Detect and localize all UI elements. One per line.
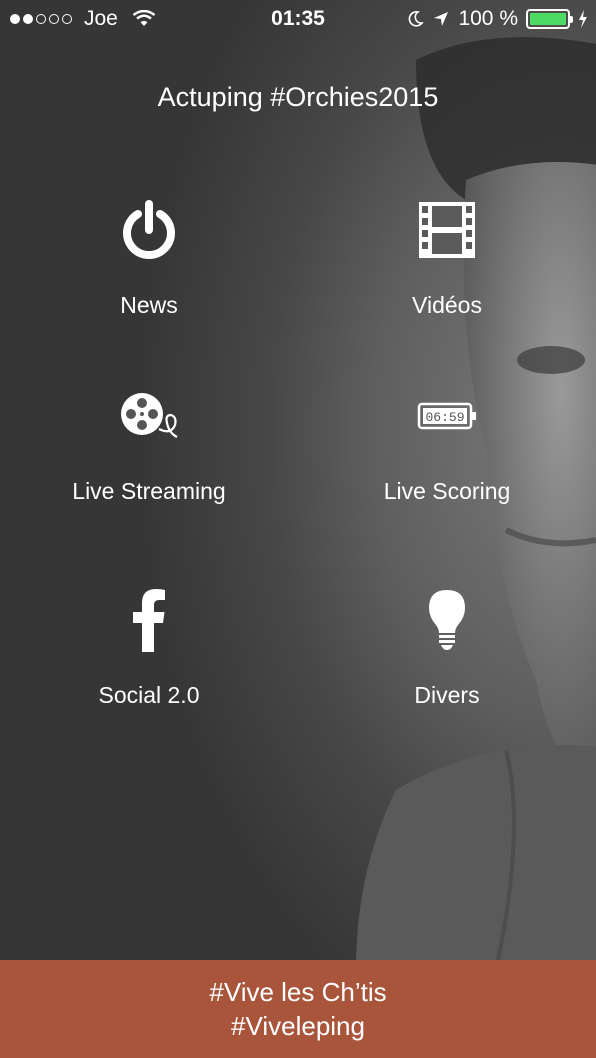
clock-display-text: 06:59	[425, 410, 464, 425]
digital-clock-icon: 06:59	[417, 402, 476, 430]
film-strip-icon	[419, 202, 475, 258]
menu-item-label: News	[120, 292, 178, 318]
menu-item-label: Vidéos	[412, 292, 482, 318]
battery-percent: 100 %	[458, 7, 518, 30]
menu-item-videos[interactable]: Vidéos	[298, 190, 596, 319]
footer-banner: #Vive les Ch’tis #Viveleping	[0, 960, 596, 1058]
menu-item-divers[interactable]: Divers	[298, 580, 596, 709]
status-bar: Joe 01:35 100 %	[0, 0, 596, 40]
moon-icon	[409, 11, 425, 27]
battery-icon	[526, 9, 573, 29]
film-reel-icon	[121, 393, 178, 438]
facebook-icon	[133, 589, 165, 652]
page-title: Actuping #Orchies2015	[157, 82, 439, 112]
location-arrow-icon	[434, 12, 449, 26]
light-bulb-icon	[429, 590, 465, 650]
banner-line-1: #Vive les Ch’tis	[209, 977, 387, 1007]
power-icon	[123, 200, 175, 260]
menu-item-label: Live Streaming	[72, 478, 226, 504]
background-photo	[0, 0, 596, 1058]
menu-item-label: Social 2.0	[98, 682, 200, 708]
menu-item-live-streaming[interactable]: Live Streaming	[0, 376, 298, 505]
menu-item-news[interactable]: News	[0, 190, 298, 319]
menu-item-label: Divers	[414, 682, 480, 708]
menu-item-social[interactable]: Social 2.0	[0, 580, 298, 709]
menu-item-label: Live Scoring	[383, 478, 511, 504]
charging-bolt-icon	[579, 10, 587, 28]
menu-item-live-scoring[interactable]: 06:59 Live Scoring	[298, 376, 596, 505]
banner-line-2: #Viveleping	[231, 1011, 365, 1041]
